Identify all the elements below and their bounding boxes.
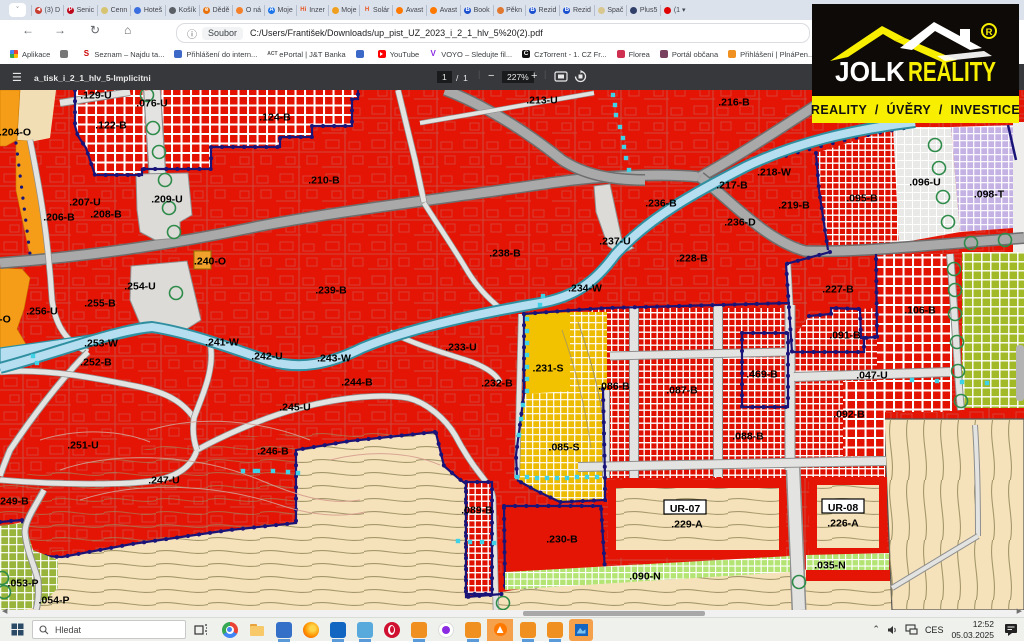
svg-text:7-O: 7-O bbox=[0, 314, 11, 326]
svg-text:.245-U: .245-U bbox=[279, 402, 311, 414]
svg-text:.240-O: .240-O bbox=[194, 256, 226, 268]
svg-text:.091-B: .091-B bbox=[829, 330, 861, 342]
svg-text:.124-B: .124-B bbox=[259, 112, 291, 124]
svg-text:.207-U: .207-U bbox=[69, 197, 101, 209]
svg-text:.095-B: .095-B bbox=[846, 193, 878, 205]
svg-text:.256-U: .256-U bbox=[26, 306, 58, 318]
svg-text:.234-W: .234-W bbox=[568, 283, 602, 295]
svg-text:UR-07: UR-07 bbox=[670, 503, 701, 515]
svg-text:.047-U: .047-U bbox=[856, 370, 888, 382]
svg-text:.236-D: .236-D bbox=[724, 217, 756, 229]
svg-text:.255-B: .255-B bbox=[84, 298, 116, 310]
svg-text:.469-B: .469-B bbox=[746, 369, 778, 381]
svg-text:.054-P: .054-P bbox=[39, 595, 70, 607]
svg-text:.254-U: .254-U bbox=[124, 281, 156, 293]
svg-text:REALITY: REALITY bbox=[908, 56, 996, 87]
svg-text:.229-A: .229-A bbox=[671, 519, 703, 531]
svg-text:.092-B: .092-B bbox=[833, 409, 865, 421]
svg-text:.216-B: .216-B bbox=[718, 97, 750, 109]
svg-text:.208-B: .208-B bbox=[90, 209, 122, 221]
svg-text:.209-U: .209-U bbox=[151, 194, 183, 206]
svg-text:.230-B: .230-B bbox=[546, 534, 578, 546]
svg-text:.213-U: .213-U bbox=[526, 95, 558, 107]
svg-text:.241-W: .241-W bbox=[205, 337, 239, 349]
svg-text:.253-W: .253-W bbox=[84, 338, 118, 350]
svg-text:.233-U: .233-U bbox=[445, 342, 477, 354]
svg-text:.098-T: .098-T bbox=[974, 189, 1005, 201]
svg-text:.088-B: .088-B bbox=[732, 431, 764, 443]
svg-text:.226-A: .226-A bbox=[827, 518, 859, 530]
svg-text:.249-B: .249-B bbox=[0, 496, 29, 508]
svg-text:.076-U: .076-U bbox=[136, 98, 168, 110]
svg-text:.237-U: .237-U bbox=[599, 236, 631, 248]
svg-text:.210-B: .210-B bbox=[308, 175, 340, 187]
svg-text:.227-B: .227-B bbox=[822, 284, 854, 296]
svg-text:.232-B: .232-B bbox=[481, 378, 513, 390]
svg-text:.244-B: .244-B bbox=[341, 377, 373, 389]
svg-text:JOLK: JOLK bbox=[835, 56, 905, 87]
svg-text:.122-B: .122-B bbox=[95, 120, 127, 132]
svg-text:.251-U: .251-U bbox=[67, 440, 99, 452]
svg-text:.236-B: .236-B bbox=[645, 198, 677, 210]
svg-text:.096-U: .096-U bbox=[909, 177, 941, 189]
svg-text:.035-N: .035-N bbox=[814, 560, 846, 572]
svg-text:.243-W: .243-W bbox=[317, 353, 351, 365]
svg-text:.090-N: .090-N bbox=[629, 571, 661, 583]
svg-text:.252-B: .252-B bbox=[80, 357, 112, 369]
svg-text:.204-O: .204-O bbox=[0, 127, 31, 139]
svg-text:.246-B: .246-B bbox=[257, 446, 289, 458]
svg-text:.219-B: .219-B bbox=[778, 200, 810, 212]
svg-text:.106-B: .106-B bbox=[904, 305, 936, 317]
svg-text:.239-B: .239-B bbox=[315, 285, 347, 297]
svg-text:.086-B: .086-B bbox=[598, 381, 630, 393]
svg-text:R: R bbox=[986, 27, 993, 38]
svg-text:.089-B: .089-B bbox=[461, 505, 493, 517]
svg-text:.238-B: .238-B bbox=[489, 248, 521, 260]
svg-text:.053-P: .053-P bbox=[8, 578, 39, 590]
svg-text:.228-B: .228-B bbox=[676, 253, 708, 265]
svg-text:.217-B: .217-B bbox=[716, 180, 748, 192]
svg-text:.129-U: .129-U bbox=[80, 90, 112, 102]
svg-text:.242-U: .242-U bbox=[251, 351, 283, 363]
svg-text:.087-B: .087-B bbox=[666, 385, 698, 397]
svg-text:.218-W: .218-W bbox=[757, 167, 791, 179]
svg-text:.247-U: .247-U bbox=[148, 475, 180, 487]
svg-text:.206-B: .206-B bbox=[43, 212, 75, 224]
svg-text:.085-S: .085-S bbox=[549, 442, 580, 454]
svg-text:UR-08: UR-08 bbox=[828, 502, 859, 514]
svg-text:.231-S: .231-S bbox=[533, 363, 564, 375]
